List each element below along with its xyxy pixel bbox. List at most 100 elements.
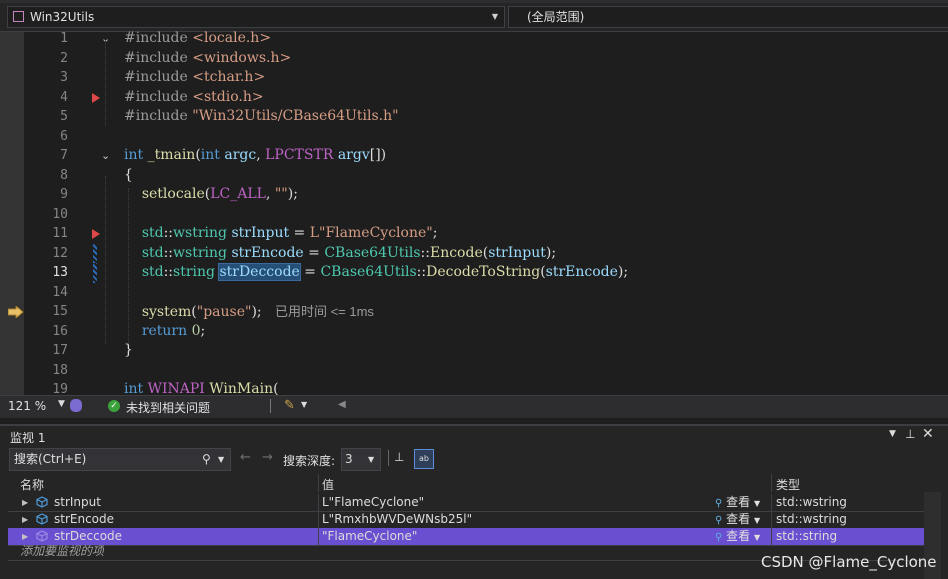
code-text[interactable]: system("pause"); 已用时间 <= 1ms [124, 302, 374, 323]
change-marker [93, 243, 97, 263]
code-line[interactable]: 8{ [0, 166, 948, 186]
copilot-icon[interactable] [70, 399, 82, 412]
visualizer-icon: ⚲ [715, 498, 723, 509]
code-text[interactable]: #include <locale.h> [124, 29, 271, 49]
add-watch-placeholder[interactable]: 添加要监视的项 [20, 543, 104, 560]
code-line[interactable]: 13 std::string strDeccode = CBase64Utils… [0, 263, 948, 283]
watch-row[interactable]: ▶ strInput L"FlameCyclone" ⚲ 查看 ▼ std::wstri… [8, 494, 924, 512]
watch-name[interactable]: strEncode [54, 511, 114, 528]
project-name: Win32Utils [30, 10, 95, 24]
code-line[interactable]: 6 [0, 127, 948, 147]
code-line[interactable]: 10 [0, 205, 948, 225]
code-line[interactable]: 15 system("pause"); 已用时间 <= 1ms [0, 302, 948, 322]
scroll-left-icon[interactable]: ◀ [338, 399, 346, 410]
view-label: 查看 [726, 495, 751, 509]
code-line[interactable]: 18 [0, 361, 948, 381]
expand-arrow-icon[interactable]: ▶ [22, 494, 28, 511]
search-icon[interactable]: ⚲ [202, 449, 211, 470]
zoom-level[interactable]: 121 % [8, 399, 46, 413]
watch-row[interactable]: ▶ strEncode L"RmxhbWVDeWNsb25l" ⚲ 查看 ▼ std::… [8, 511, 924, 529]
code-text[interactable]: return 0; [124, 322, 205, 342]
line-number: 14 [52, 284, 68, 300]
code-text[interactable]: #include <windows.h> [124, 49, 291, 69]
line-number: 3 [60, 70, 68, 85]
column-type[interactable]: 类型 [776, 476, 800, 493]
watch-search-input[interactable]: 搜索(Ctrl+E) ⚲ ▼ [9, 448, 231, 471]
line-number: 16 [52, 323, 68, 339]
forward-arrow-icon[interactable]: → [262, 450, 273, 465]
chevron-down-icon: ▼ [754, 499, 761, 508]
chevron-down-icon: ▼ [368, 455, 375, 464]
watch-type: std::wstring [776, 495, 847, 509]
chevron-down-icon[interactable]: ▼ [301, 400, 307, 409]
format-icon[interactable]: ab [414, 449, 434, 469]
object-icon [36, 496, 48, 508]
search-depth-label: 搜索深度: [283, 454, 336, 468]
line-number: 18 [52, 362, 68, 378]
watch-value[interactable]: L"FlameCyclone" [322, 494, 424, 511]
execution-pointer-icon [8, 306, 24, 318]
watch-title-bar: 监视 1 ▼ ⊥ ✕ [0, 424, 948, 446]
code-text[interactable]: #include "Win32Utils/CBase64Utils.h" [124, 107, 399, 127]
zoom-dropdown-icon[interactable]: ▼ [58, 399, 65, 409]
code-line[interactable]: 14 [0, 283, 948, 303]
change-marker [93, 263, 97, 283]
project-dropdown[interactable]: Win32Utils ▼ [7, 6, 505, 28]
code-line[interactable]: 7 ⌄ int _tmain(int argc, LPCTSTR argv[]) [0, 146, 948, 166]
code-text[interactable]: std::wstring strInput = L"FlameCyclone"; [124, 224, 438, 244]
code-line[interactable]: 9 setlocale(LC_ALL, ""); [0, 185, 948, 205]
brush-icon[interactable]: ✎ [284, 398, 295, 413]
line-number: 15 [52, 304, 68, 319]
project-file-icon [13, 11, 24, 22]
chevron-down-icon: ▼ [754, 516, 761, 525]
chevron-down-icon[interactable]: ▼ [218, 449, 224, 470]
expand-arrow-icon[interactable]: ▶ [22, 511, 28, 528]
search-depth-select[interactable]: 3 ▼ [341, 448, 381, 471]
code-text[interactable]: setlocale(LC_ALL, ""); [124, 185, 298, 205]
column-value[interactable]: 值 [322, 476, 334, 493]
check-icon: ✓ [108, 400, 120, 412]
column-name[interactable]: 名称 [20, 476, 44, 493]
watch-name[interactable]: strInput [54, 494, 101, 511]
code-line[interactable]: 11 std::wstring strInput = L"FlameCyclon… [0, 224, 948, 244]
view-button[interactable]: ⚲ 查看 ▼ [715, 511, 760, 529]
code-line[interactable]: 2 #include <windows.h> [0, 49, 948, 69]
breakpoint-marker-icon[interactable] [92, 92, 100, 103]
line-number: 6 [60, 128, 68, 144]
chevron-down-icon[interactable]: ▼ [889, 429, 896, 439]
code-text[interactable]: std::string strDeccode = CBase64Utils::D… [124, 263, 628, 283]
watch-header-row: 名称 值 类型 [0, 474, 948, 492]
breakpoint-marker-icon[interactable] [92, 229, 100, 239]
code-text[interactable]: #include <stdio.h> [124, 88, 264, 108]
line-number: 1 [60, 31, 68, 46]
code-line[interactable]: 12 std::wstring strEncode = CBase64Utils… [0, 243, 948, 264]
chevron-down-icon: ▼ [754, 533, 761, 542]
watch-value[interactable]: L"RmxhbWVDeWNsb25l" [322, 511, 472, 528]
issues-status[interactable]: 未找到相关问题 [126, 399, 210, 416]
search-placeholder: 搜索(Ctrl+E) [14, 452, 87, 466]
pin-icon[interactable]: ⊥ [394, 450, 404, 464]
search-depth-value: 3 [345, 452, 353, 466]
back-arrow-icon[interactable]: ← [240, 450, 251, 465]
code-editor[interactable]: 1 ⌄ #include <locale.h> 2 #include <windows.… [0, 29, 948, 397]
close-icon[interactable]: ✕ [922, 426, 934, 442]
code-line[interactable]: 17} [0, 341, 948, 361]
code-line[interactable]: 1 ⌄ #include <locale.h> [0, 29, 948, 49]
code-text[interactable]: std::wstring strEncode = CBase64Utils::E… [124, 244, 556, 264]
code-line[interactable]: 5 #include "Win32Utils/CBase64Utils.h" [0, 107, 948, 127]
fold-chevron-icon[interactable]: ⌄ [101, 146, 110, 166]
code-line[interactable]: 16 return 0; [0, 322, 948, 342]
watermark: CSDN @Flame_Cyclone [761, 553, 937, 571]
code-text[interactable]: #include <tchar.h> [124, 68, 265, 88]
code-line[interactable]: 4 #include <stdio.h> [0, 88, 948, 108]
code-line[interactable]: 3 #include <tchar.h> [0, 68, 948, 88]
code-text[interactable]: { [124, 166, 133, 186]
divider [388, 450, 389, 466]
code-text[interactable]: int _tmain(int argc, LPCTSTR argv[]) [124, 146, 386, 166]
chevron-down-icon: ▼ [491, 12, 498, 21]
pin-icon[interactable]: ⊥ [905, 427, 915, 441]
view-button[interactable]: ⚲ 查看 ▼ [715, 494, 760, 512]
scope-dropdown[interactable]: (全局范围) [508, 6, 948, 28]
line-number: 12 [52, 245, 68, 261]
visualizer-icon: ⚲ [715, 532, 723, 543]
